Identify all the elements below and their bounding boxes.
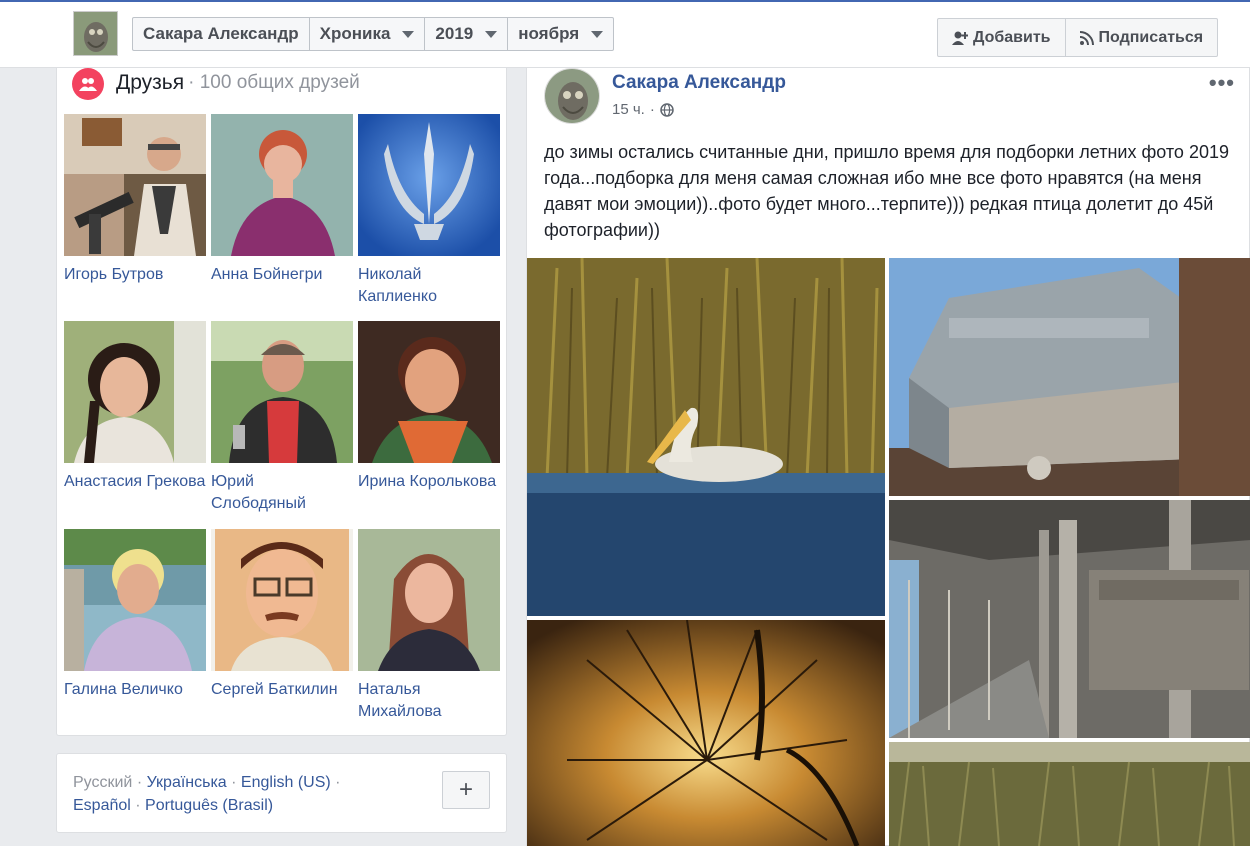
friend-name[interactable]: Николай Каплиенко xyxy=(358,264,500,308)
language-link[interactable]: Українська xyxy=(147,774,227,791)
crumb-label: Хроника xyxy=(319,24,391,43)
friend-name[interactable]: Наталья Михайлова xyxy=(358,679,500,723)
post-author-name[interactable]: Сакара Александр xyxy=(612,72,786,94)
friend-photo[interactable] xyxy=(64,114,206,256)
post-options-icon[interactable]: ••• xyxy=(1209,70,1235,96)
ship-interior-photo[interactable] xyxy=(889,500,1250,738)
post-author-avatar[interactable] xyxy=(544,68,600,124)
chevron-down-icon xyxy=(485,30,498,38)
dandelion-photo[interactable] xyxy=(527,620,885,846)
friend-photo[interactable] xyxy=(211,114,353,256)
friend-photo[interactable] xyxy=(211,529,353,671)
friend-name[interactable]: Ирина Королькова xyxy=(358,471,500,493)
friend-tile[interactable]: Наталья Михайлова xyxy=(358,529,500,723)
add-friend-button[interactable]: Добавить xyxy=(938,19,1066,56)
friends-title[interactable]: Друзья xyxy=(116,71,184,95)
crumb-profile-name[interactable]: Сакара Александр xyxy=(133,18,310,50)
friend-photo[interactable] xyxy=(358,529,500,671)
crumb-label: ноября xyxy=(518,24,580,43)
friend-name[interactable]: Сергей Баткилин xyxy=(211,679,353,701)
chevron-down-icon xyxy=(402,30,415,38)
friends-icon xyxy=(72,68,104,100)
crumb-label: 2019 xyxy=(435,24,474,43)
profile-header-bar: Сакара Александр Хроника 2019 ноября Доб… xyxy=(0,0,1250,68)
plus-icon: + xyxy=(458,776,473,803)
add-language-button[interactable]: + xyxy=(442,771,490,809)
timeline-breadcrumb: Сакара Александр Хроника 2019 ноября xyxy=(132,17,615,51)
crumb-year[interactable]: 2019 xyxy=(425,18,509,50)
crumb-month[interactable]: ноября xyxy=(508,18,613,50)
friend-photo[interactable] xyxy=(64,321,206,463)
top-accent-line xyxy=(0,0,1250,2)
add-friend-label: Добавить xyxy=(973,28,1051,46)
friend-tile[interactable]: Галина Величко xyxy=(64,529,206,701)
grass-photo[interactable] xyxy=(889,742,1250,846)
friend-name[interactable]: Анна Бойнегри xyxy=(211,264,353,286)
add-friend-icon xyxy=(952,31,968,45)
friend-name[interactable]: Юрий Слободяный xyxy=(211,471,353,515)
crumb-timeline[interactable]: Хроника xyxy=(310,18,426,50)
crumb-label: Сакара Александр xyxy=(143,24,299,43)
ship-photo[interactable] xyxy=(889,258,1250,496)
mutual-friends-count[interactable]: · 100 общих друзей xyxy=(188,72,360,94)
post-meta: 15 ч. · xyxy=(612,101,674,118)
friend-name[interactable]: Галина Величко xyxy=(64,679,206,701)
rss-icon xyxy=(1079,30,1094,45)
language-box: Русский · Українська · English (US) · Es… xyxy=(56,753,507,833)
friends-panel: Друзья · 100 общих друзей Игорь Бутров А… xyxy=(56,68,507,736)
language-link[interactable]: Español xyxy=(73,797,131,814)
pelican-photo[interactable] xyxy=(527,258,885,616)
friend-name[interactable]: Анастасия Грекова xyxy=(64,471,206,493)
post-text: до зимы остались считанные дни, пришло в… xyxy=(544,142,1229,240)
friend-photo[interactable] xyxy=(358,114,500,256)
friend-tile[interactable]: Юрий Слободяный xyxy=(211,321,353,515)
friend-photo[interactable] xyxy=(64,529,206,671)
friend-tile[interactable]: Анна Бойнегри xyxy=(211,114,353,286)
header-actions: Добавить Подписаться xyxy=(937,18,1219,57)
profile-avatar[interactable] xyxy=(73,11,118,56)
friend-photo[interactable] xyxy=(358,321,500,463)
friend-tile[interactable]: Сергей Баткилин xyxy=(211,529,353,701)
chevron-down-icon xyxy=(591,30,604,38)
friend-tile[interactable]: Ирина Королькова xyxy=(358,321,500,493)
language-current: Русский xyxy=(73,774,133,791)
friend-tile[interactable]: Анастасия Грекова xyxy=(64,321,206,493)
language-link[interactable]: Português (Brasil) xyxy=(145,797,273,814)
friend-photo[interactable] xyxy=(211,321,353,463)
meta-separator: · xyxy=(649,101,655,118)
globe-icon[interactable] xyxy=(660,102,674,117)
friend-tile[interactable]: Игорь Бутров xyxy=(64,114,206,286)
friends-header: Друзья · 100 общих друзей xyxy=(72,68,360,100)
friend-tile[interactable]: Николай Каплиенко xyxy=(358,114,500,308)
language-list: Русский · Українська · English (US) · Es… xyxy=(73,774,341,814)
subscribe-label: Подписаться xyxy=(1098,28,1204,46)
post-timestamp[interactable]: 15 ч. xyxy=(612,101,645,118)
language-link[interactable]: English (US) xyxy=(241,774,331,791)
post-card: Сакара Александр 15 ч. · ••• до зимы ост… xyxy=(526,68,1250,846)
friend-name[interactable]: Игорь Бутров xyxy=(64,264,206,286)
subscribe-button[interactable]: Подписаться xyxy=(1066,19,1218,56)
